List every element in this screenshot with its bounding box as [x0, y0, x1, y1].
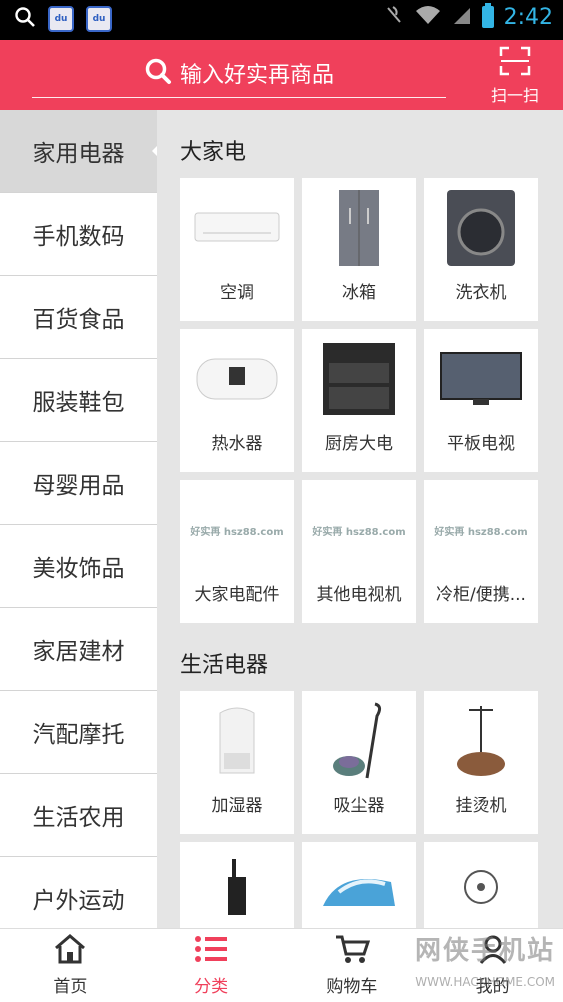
nav-cart[interactable]: 购物车: [282, 929, 423, 1002]
category-sidebar: 家用电器 手机数码 百货食品 服装鞋包 母婴用品 美妆饰品 家居建材 汽配摩托 …: [0, 110, 157, 928]
sidebar-item-home-building[interactable]: 家居建材: [0, 608, 157, 691]
nav-label: 分类: [194, 977, 229, 997]
sidebar-item-beauty[interactable]: 美妆饰品: [0, 525, 157, 608]
sidebar-item-appliances[interactable]: 家用电器: [0, 110, 157, 193]
top-header: 输入好实再商品 扫一扫: [0, 40, 563, 110]
product-grid: 加湿器 吸尘器 挂烫机: [157, 691, 563, 928]
search-icon: [144, 57, 172, 89]
scan-icon: [499, 46, 531, 80]
wifi-icon: [414, 4, 442, 30]
garment-steamer-icon: [424, 691, 538, 791]
sidebar-item-groceries[interactable]: 百货食品: [0, 276, 157, 359]
scan-button[interactable]: 扫一扫: [485, 46, 545, 105]
category-tile[interactable]: 挂烫机: [424, 691, 538, 834]
nav-category[interactable]: 分类: [141, 929, 282, 1002]
category-tile[interactable]: [302, 842, 416, 928]
category-tile[interactable]: [424, 842, 538, 928]
cart-icon: [334, 934, 370, 968]
list-icon: [194, 934, 228, 968]
refrigerator-icon: [302, 178, 416, 278]
fan-icon: [424, 842, 538, 928]
category-tile[interactable]: [180, 842, 294, 928]
air-conditioner-icon: [180, 178, 294, 278]
water-heater-icon: [180, 329, 294, 429]
nav-home[interactable]: 首页: [0, 929, 141, 1002]
walkie-talkie-icon: [180, 842, 294, 928]
status-time: 2:42: [503, 4, 553, 30]
washing-machine-icon: [424, 178, 538, 278]
sidebar-item-baby[interactable]: 母婴用品: [0, 442, 157, 525]
kitchen-appliance-icon: [302, 329, 416, 429]
humidifier-icon: [180, 691, 294, 791]
category-content: 大家电 空调 冰箱 洗衣机 热水器 厨房大电 平板电视 好实再 hsz88.co…: [157, 110, 563, 928]
product-grid: 空调 冰箱 洗衣机 热水器 厨房大电 平板电视 好实再 hsz88.com 大家…: [157, 178, 563, 623]
placeholder-logo-icon: 好实再 hsz88.com: [434, 526, 528, 538]
category-tile[interactable]: 热水器: [180, 329, 294, 472]
placeholder-logo-icon: 好实再 hsz88.com: [190, 526, 284, 538]
status-bar: du du 2:42: [0, 0, 563, 40]
sidebar-item-outdoor[interactable]: 户外运动: [0, 857, 157, 928]
category-tile[interactable]: 加湿器: [180, 691, 294, 834]
sidebar-item-clothing[interactable]: 服装鞋包: [0, 359, 157, 442]
section-title: 大家电: [180, 140, 247, 165]
category-tile[interactable]: 冰箱: [302, 178, 416, 321]
nav-label: 首页: [53, 977, 88, 997]
sidebar-item-agriculture[interactable]: 生活农用: [0, 774, 157, 857]
vacuum-cleaner-icon: [302, 691, 416, 791]
battery-icon: [481, 3, 494, 28]
signal-icon: [452, 4, 472, 30]
category-tile[interactable]: 平板电视: [424, 329, 538, 472]
category-tile[interactable]: 厨房大电: [302, 329, 416, 472]
scan-label: 扫一扫: [490, 86, 539, 105]
search-bar[interactable]: 输入好实再商品: [32, 48, 446, 98]
mute-icon: [384, 4, 404, 30]
nav-label: 购物车: [326, 977, 378, 997]
category-tile[interactable]: 空调: [180, 178, 294, 321]
flat-tv-icon: [424, 329, 538, 429]
nav-profile[interactable]: 我的: [422, 929, 563, 1002]
baidu-app-icon: du: [86, 6, 112, 32]
bottom-nav: 首页 分类 购物车 我的: [0, 928, 563, 1002]
user-icon: [478, 934, 508, 968]
section-title: 生活电器: [180, 653, 269, 678]
placeholder-logo-icon: 好实再 hsz88.com: [312, 526, 406, 538]
baidu-app-icon: du: [48, 6, 74, 32]
sidebar-item-auto-moto[interactable]: 汽配摩托: [0, 691, 157, 774]
nav-label: 我的: [475, 977, 510, 997]
category-tile[interactable]: 洗衣机: [424, 178, 538, 321]
home-icon: [53, 934, 87, 968]
iron-icon: [302, 842, 416, 928]
category-tile[interactable]: 吸尘器: [302, 691, 416, 834]
search-icon: [14, 6, 36, 32]
category-tile[interactable]: 好实再 hsz88.com 冷柜/便携...: [424, 480, 538, 623]
search-placeholder: 输入好实再商品: [179, 62, 334, 88]
category-tile[interactable]: 好实再 hsz88.com 其他电视机: [302, 480, 416, 623]
category-tile[interactable]: 好实再 hsz88.com 大家电配件: [180, 480, 294, 623]
sidebar-item-digital[interactable]: 手机数码: [0, 193, 157, 276]
